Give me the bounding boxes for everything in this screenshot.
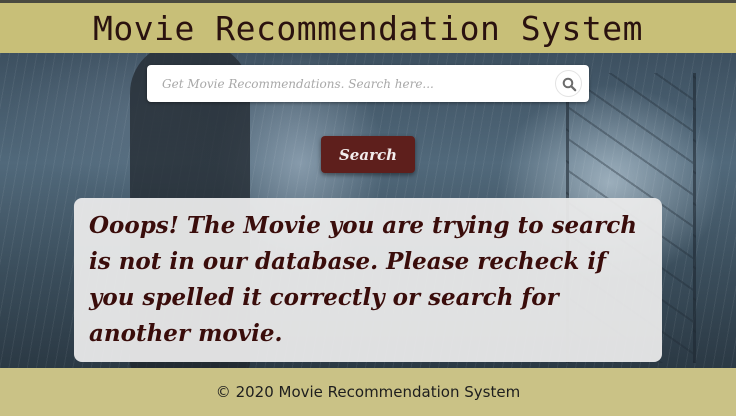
search-icon-button[interactable] — [555, 70, 582, 97]
footer-copyright: © 2020 Movie Recommendation System — [215, 383, 521, 401]
page-title: Movie Recommendation System — [93, 8, 643, 48]
site-header: Movie Recommendation System — [0, 3, 736, 53]
site-footer: © 2020 Movie Recommendation System — [0, 368, 736, 416]
search-input[interactable] — [147, 65, 547, 102]
error-message-text: Ooops! The Movie you are trying to searc… — [89, 212, 637, 347]
search-box — [147, 65, 589, 102]
search-icon — [562, 77, 577, 92]
search-button[interactable]: Search — [321, 136, 415, 173]
error-message-box: Ooops! The Movie you are trying to searc… — [74, 198, 662, 362]
